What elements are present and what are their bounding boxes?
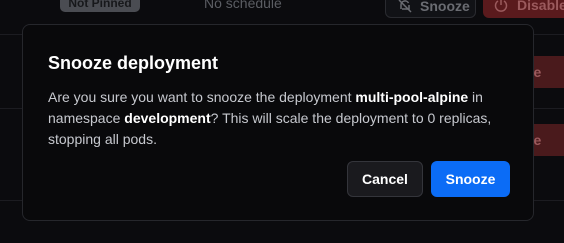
bell-off-icon [398, 0, 412, 13]
row-disable-button[interactable]: Disable [483, 0, 564, 18]
row-snooze-label: Snooze [420, 0, 470, 14]
row-disable-label: Disable [517, 0, 564, 13]
row-snooze-button[interactable]: Snooze [385, 0, 476, 18]
power-icon [494, 0, 508, 12]
dialog-title: Snooze deployment [48, 53, 219, 73]
deployment-name: multi-pool-alpine [355, 89, 469, 105]
cancel-button[interactable]: Cancel [347, 161, 423, 197]
message-prefix: Are you sure you want to snooze the depl… [48, 89, 356, 105]
confirm-snooze-button[interactable]: Snooze [431, 161, 510, 197]
pinned-status-badge: Not Pinned [60, 0, 140, 12]
dialog-message: Are you sure you want to snooze the depl… [48, 87, 510, 150]
schedule-text: No schedule [204, 0, 282, 11]
snooze-confirm-dialog: Snooze deployment Are you sure you want … [22, 24, 534, 221]
namespace-name: development [124, 110, 211, 126]
